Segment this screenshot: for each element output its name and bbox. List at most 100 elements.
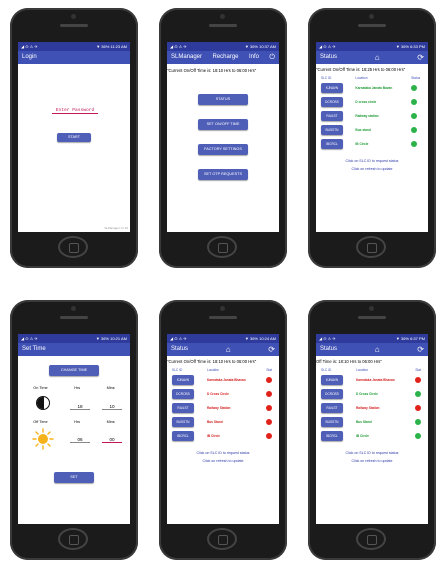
moon-icon [36, 396, 50, 410]
set-otp-requests-button[interactable]: SET OTP REQUESTS [198, 169, 248, 180]
speaker-icon [358, 24, 386, 27]
page-title: Set Time [22, 346, 46, 352]
status-left: ◢ ⊙ ⚠ ✈ [170, 336, 187, 341]
home-icon[interactable]: ⌂ [375, 343, 380, 356]
status-indicator-icon [266, 390, 273, 397]
refresh-icon[interactable]: ⟳ [417, 51, 424, 64]
status-right: ▼ 36% 10:37 AM [244, 44, 276, 49]
location-cell: IB Circle [355, 142, 369, 146]
version-label: SLManager v1.19 [104, 226, 128, 230]
phone-menu: ◢ ⊙ ⚠ ✈ ▼ 36% 10:37 AM SLManager Recharge… [159, 8, 287, 268]
table-row: BUSSTN Bus Stand [320, 415, 426, 429]
table-row: IBCRCL IB Circle [320, 429, 426, 443]
request-hint: Click on SLC ID to request status [345, 159, 399, 163]
app-bar: Status ⌂ ⟳ [316, 51, 428, 64]
app-bar: Status ⌂ ⟳ [316, 343, 428, 356]
slc-id-button[interactable]: KJNAVN [172, 375, 194, 385]
status-indicator-icon [266, 404, 273, 411]
status-indicator-icon [415, 432, 422, 439]
mins-label: Mins [106, 420, 115, 424]
page-title: Status [320, 54, 338, 60]
slc-table: SLC ID Location Stat KJNAVN Karnataka Janat… [171, 367, 277, 443]
status-indicator-icon [266, 376, 273, 383]
set-time-screen: ◢ ⊙ ⚠ ✈ ▼ 36% 10:21 AM Set Time CHANGE TI… [18, 334, 130, 524]
camera-icon [71, 14, 76, 19]
slc-id-button[interactable]: RAILST [321, 111, 343, 121]
tab-info[interactable]: Info [249, 51, 259, 64]
current-time-info: "Current On/Off Time is: 18:10 Hrs to 06… [167, 359, 257, 364]
slc-id-button[interactable]: DCROSS [172, 389, 194, 399]
start-button[interactable]: START [57, 133, 91, 142]
slc-id-button[interactable]: IBCRCL [321, 431, 343, 441]
status-right: ▼ 36% 10:21 AM [95, 336, 127, 341]
home-button[interactable] [356, 236, 386, 258]
off-mins-input[interactable]: 00 [102, 437, 122, 443]
refresh-hint: Click on refresh to update [351, 459, 393, 463]
set-on-off-time-button[interactable]: SET ON/OFF TIME [198, 119, 248, 130]
status-right: ▼ 36% 6:37 PM [395, 336, 425, 341]
location-cell: Bus Stand [355, 420, 372, 424]
table-row: BUSSTN Bus stand [320, 123, 426, 137]
factory-settings-button[interactable]: FACTORY SETTINGS [198, 144, 248, 155]
status-left: ◢ ⊙ ⚠ ✈ [21, 44, 38, 49]
slc-id-button[interactable]: KJNAVN [321, 375, 343, 385]
home-button[interactable] [207, 528, 237, 550]
password-field[interactable]: Enter Password [52, 108, 98, 114]
home-button[interactable] [58, 236, 88, 258]
status-right: ▼ 36% 6:33 PM [395, 44, 425, 49]
set-button[interactable]: SET [54, 472, 94, 483]
refresh-icon[interactable]: ⟳ [268, 343, 275, 356]
camera-icon [71, 306, 76, 311]
off-hrs-input[interactable]: 06 [70, 437, 90, 443]
camera-icon [220, 14, 225, 19]
on-time-label: On Time [33, 386, 48, 390]
table-row: RAILST Railway Station [171, 401, 277, 415]
home-icon[interactable]: ⌂ [226, 343, 231, 356]
home-icon[interactable]: ⌂ [375, 51, 380, 64]
home-button[interactable] [58, 528, 88, 550]
status-bar: ◢ ⊙ ⚠ ✈ ▼ 36% 6:33 PM [316, 42, 428, 51]
phone-status-mixed: ◢ ⊙ ⚠ ✈ ▼ 36% 6:37 PM Status ⌂ ⟳ Off Time… [308, 300, 436, 560]
page-title: Status [171, 346, 189, 352]
app-bar: Login [18, 51, 130, 64]
location-cell: D cross circle [355, 100, 377, 104]
home-button[interactable] [207, 236, 237, 258]
location-cell: Railway Station [206, 406, 231, 410]
slc-id-button[interactable]: DCROSS [321, 97, 343, 107]
tab-slmanager[interactable]: SLManager [171, 51, 202, 64]
status-button[interactable]: STATUS [198, 94, 248, 105]
table-row: RAILST Railway station [320, 109, 426, 123]
power-icon[interactable]: ⏻ [269, 51, 275, 64]
page-title: Status [320, 346, 338, 352]
status-right: ▼ 36% 10:24 AM [244, 336, 276, 341]
camera-icon [369, 14, 374, 19]
slc-id-button[interactable]: IBCRCL [172, 431, 194, 441]
location-cell: Bus Stand [206, 420, 223, 424]
home-button[interactable] [356, 528, 386, 550]
status-indicator-icon [411, 126, 418, 133]
menu-screen: ◢ ⊙ ⚠ ✈ ▼ 36% 10:37 AM SLManager Recharge… [167, 42, 279, 232]
status-left: ◢ ⊙ ⚠ ✈ [319, 336, 336, 341]
slc-id-button[interactable]: BUSSTN [321, 417, 343, 427]
slc-id-button[interactable]: RAILST [321, 403, 343, 413]
table-row: DCROSS D Cross Circle [171, 387, 277, 401]
off-time-row: Off Time Hrs Mins [20, 420, 128, 424]
tab-recharge[interactable]: Recharge [212, 51, 238, 64]
slc-id-button[interactable]: BUSSTN [172, 417, 194, 427]
on-mins-input[interactable]: 10 [102, 404, 122, 410]
location-cell: Karnataka Janata Bhavan [355, 378, 395, 382]
slc-id-button[interactable]: DCROSS [321, 389, 343, 399]
table-row: IBCRCL IB Circle [320, 137, 426, 151]
table-row: IBCRCL IB Circle [171, 429, 277, 443]
status-screen: ◢ ⊙ ⚠ ✈ ▼ 36% 6:33 PM Status ⌂ ⟳ "Current… [316, 42, 428, 232]
status-indicator-icon [266, 418, 273, 425]
status-indicator-icon [411, 140, 418, 147]
request-hint: Click on SLC ID to request status [345, 451, 399, 455]
slc-id-button[interactable]: IBCRCL [321, 139, 343, 149]
change-time-button[interactable]: CHANGE TIME [49, 365, 99, 376]
slc-id-button[interactable]: KJNAVN [321, 83, 343, 93]
slc-id-button[interactable]: RAILST [172, 403, 194, 413]
refresh-icon[interactable]: ⟳ [417, 343, 424, 356]
on-hrs-input[interactable]: 18 [70, 404, 90, 410]
slc-id-button[interactable]: BUSSTN [321, 125, 343, 135]
